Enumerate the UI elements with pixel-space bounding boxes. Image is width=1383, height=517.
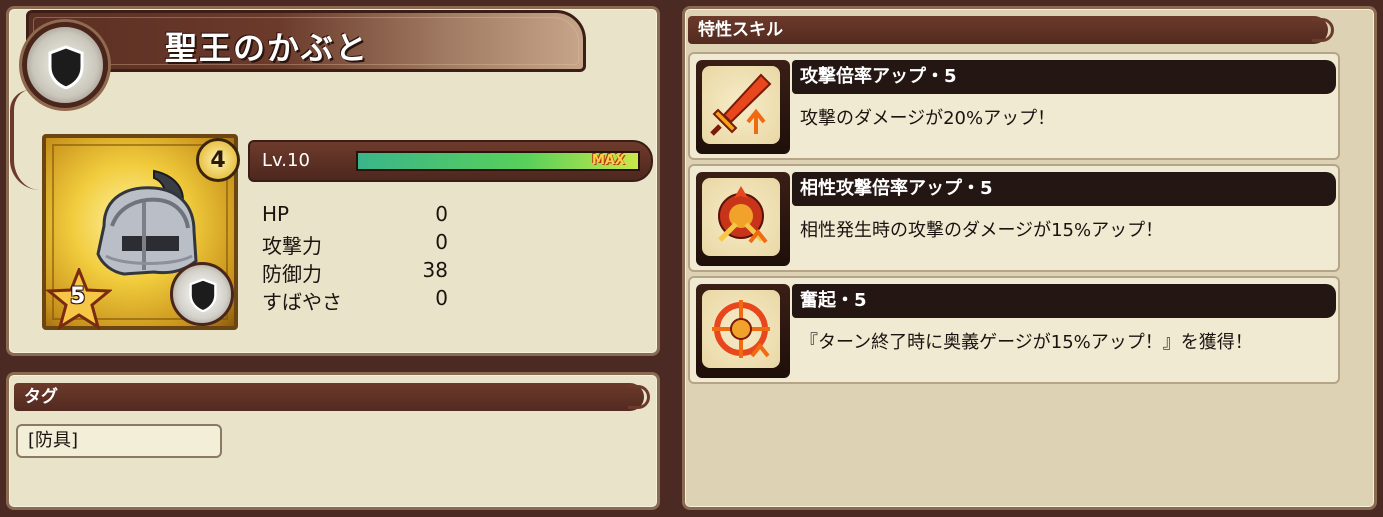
- stat-value: 0: [435, 230, 448, 254]
- skill-section-header: 特性スキル: [688, 16, 1334, 44]
- skill-icon-frame: [696, 172, 790, 266]
- stat-row-attack: 攻撃力 0: [262, 230, 452, 258]
- stat-row-speed: すばやさ 0: [262, 286, 452, 314]
- rally-icon: [712, 300, 770, 358]
- item-title-plate: 聖王のかぶと: [26, 10, 586, 72]
- sword-up-icon: [710, 73, 772, 136]
- stat-value: 0: [435, 202, 448, 226]
- skill-description: 相性発生時の攻撃のダメージが15%アップ！: [800, 220, 1164, 241]
- affinity-attack-icon: [718, 186, 768, 244]
- skill-card[interactable]: 攻撃倍率アップ・5 攻撃のダメージが20%アップ！: [688, 52, 1340, 160]
- tag-chip[interactable]: [防具]: [16, 424, 222, 458]
- card-shield-emblem: [170, 262, 234, 326]
- stat-label: HP: [262, 202, 290, 226]
- title-shield-emblem: [22, 22, 108, 108]
- stat-row-defense: 防御力 38: [262, 258, 452, 286]
- skill-icon-frame: [696, 60, 790, 154]
- stat-row-hp: HP 0: [262, 202, 452, 230]
- skill-name: 奮起・5: [792, 284, 1336, 318]
- skill-icon-frame: [696, 284, 790, 378]
- skill-icon-bg: [702, 66, 780, 144]
- skill-card[interactable]: 奮起・5 『ターン終了時に奥義ゲージが15%アップ！』を獲得！: [688, 276, 1340, 384]
- stat-label: 攻撃力: [262, 234, 322, 258]
- stat-value: 0: [435, 286, 448, 310]
- level-max-label: MAX: [592, 153, 626, 168]
- rarity-star-count: 5: [70, 284, 86, 309]
- tag-section-header: タグ: [14, 383, 650, 411]
- shield-icon: [189, 278, 217, 312]
- level-label: Lv.10: [262, 150, 310, 171]
- shield-icon: [48, 45, 84, 89]
- item-name: 聖王のかぶと: [165, 29, 370, 67]
- skill-name: 攻撃倍率アップ・5: [792, 60, 1336, 94]
- stat-value: 38: [422, 258, 448, 282]
- skill-icon-bg: [702, 290, 780, 368]
- stat-label: 防御力: [262, 262, 322, 286]
- skill-description: 攻撃のダメージが20%アップ！: [800, 108, 1056, 129]
- skill-card[interactable]: 相性攻撃倍率アップ・5 相性発生時の攻撃のダメージが15%アップ！: [688, 164, 1340, 272]
- tag-header-label: タグ: [24, 387, 58, 407]
- skill-icon-bg: [702, 178, 780, 256]
- skill-name: 相性攻撃倍率アップ・5: [792, 172, 1336, 206]
- skill-header-label: 特性スキル: [698, 20, 783, 40]
- stat-label: すばやさ: [262, 290, 342, 314]
- level-badge: 4: [196, 138, 240, 182]
- skill-description: 『ターン終了時に奥義ゲージが15%アップ！』を獲得！: [800, 332, 1253, 353]
- corner-ornament: [10, 90, 40, 190]
